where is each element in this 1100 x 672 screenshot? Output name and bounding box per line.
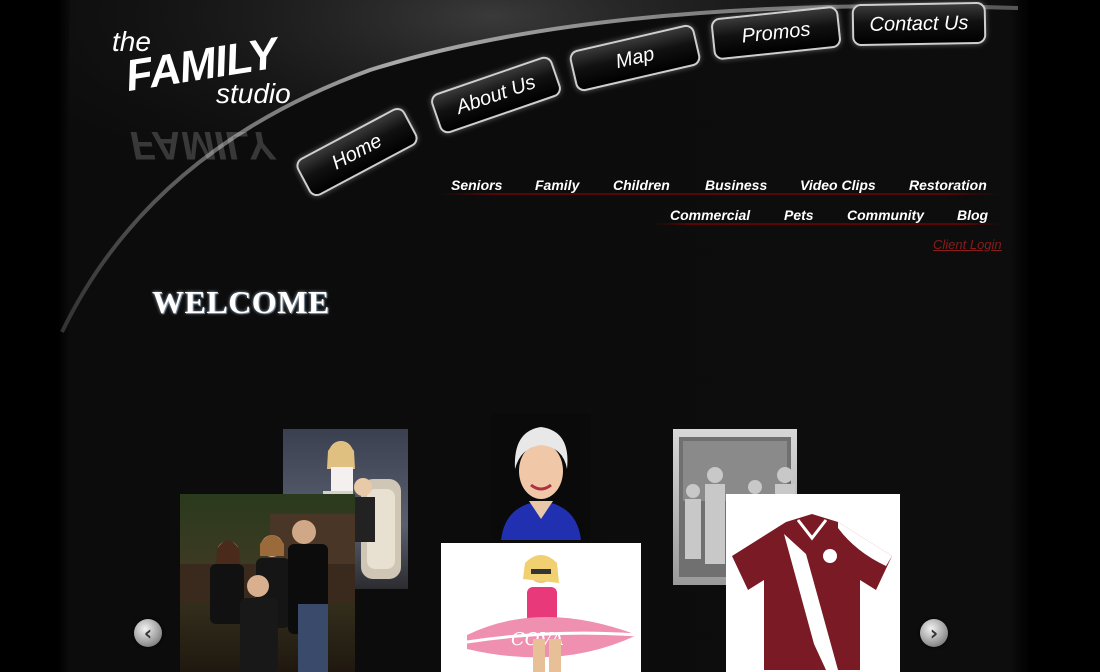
gallery-next-button[interactable]: ›: [920, 619, 948, 647]
subnav-row2-underline: [655, 223, 1000, 225]
subnav-restoration[interactable]: Restoration: [909, 177, 987, 193]
studio-logo[interactable]: the FAMILY studio FAMILY: [108, 26, 318, 167]
family-portrait-photo[interactable]: [180, 494, 355, 672]
business-headshot-photo[interactable]: [491, 413, 591, 540]
subnav-family[interactable]: Family: [535, 177, 579, 193]
nav-contact-us-button[interactable]: Contact Us: [851, 1, 987, 47]
page: the FAMILY studio FAMILY Home About Us M…: [0, 0, 1100, 672]
client-login-link[interactable]: Client Login: [933, 237, 1002, 252]
polo-shirt-product-photo[interactable]: [726, 494, 900, 672]
subnav-children[interactable]: Children: [613, 177, 670, 193]
subnav-community[interactable]: Community: [847, 207, 924, 223]
chevron-right-icon: ›: [929, 621, 939, 645]
subnav-business[interactable]: Business: [705, 177, 767, 193]
subnav-commercial[interactable]: Commercial: [670, 207, 750, 223]
surfboard-promo-photo[interactable]: COVA: [441, 543, 641, 672]
logo-studio-text: studio: [216, 78, 291, 109]
gallery-prev-button[interactable]: ‹: [134, 619, 162, 647]
subnav-pets[interactable]: Pets: [784, 207, 814, 223]
chevron-left-icon: ‹: [143, 621, 153, 645]
subnav-seniors[interactable]: Seniors: [451, 177, 502, 193]
subnav-row1-underline: [440, 193, 1000, 195]
subnav-video-clips[interactable]: Video Clips: [800, 177, 876, 193]
subnav-blog[interactable]: Blog: [957, 207, 988, 223]
welcome-heading: WELCOME: [152, 284, 330, 320]
logo-reflection: FAMILY: [130, 123, 274, 167]
